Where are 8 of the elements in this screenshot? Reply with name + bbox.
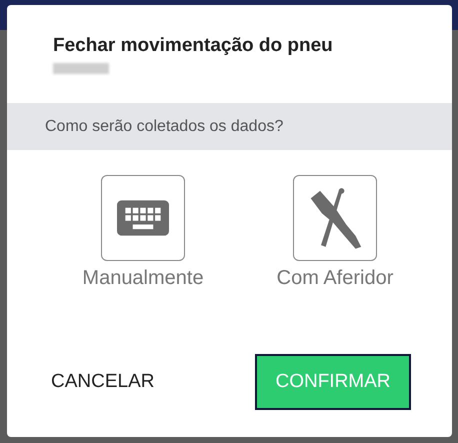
prompt-text: Como serão coletados os dados? (45, 118, 284, 136)
option-label[interactable]: Manualmente (82, 267, 204, 290)
keyboard-icon (117, 200, 169, 236)
gauge-button[interactable] (293, 175, 377, 261)
option-label[interactable]: Com Aferidor (276, 267, 394, 290)
dialog-title: Fechar movimentação do pneu (53, 35, 334, 57)
cancel-button[interactable]: CANCELAR (37, 361, 168, 403)
keyboard-button[interactable] (101, 175, 185, 261)
